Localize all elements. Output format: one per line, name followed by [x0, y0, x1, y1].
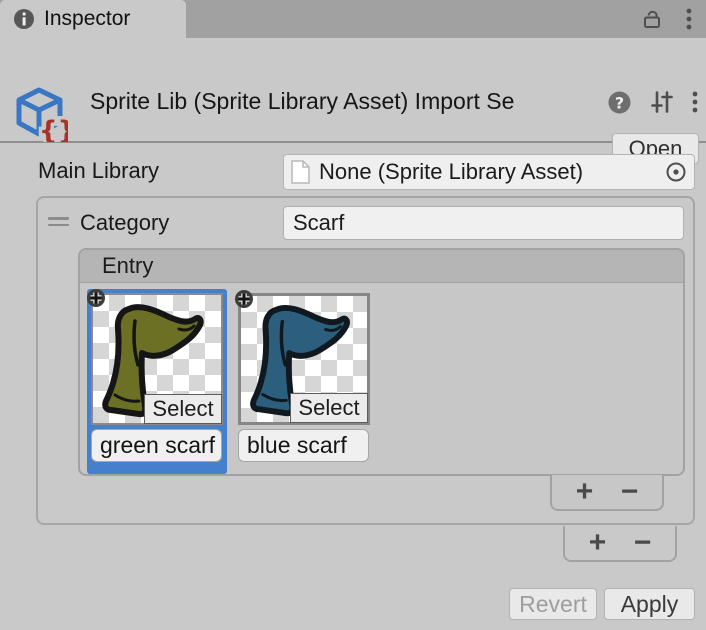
tab-label: Inspector — [44, 7, 130, 31]
entry-list-footer: + − — [550, 475, 664, 511]
svg-text:{}: {} — [39, 116, 68, 142]
info-icon — [13, 8, 35, 30]
main-library-label: Main Library — [38, 158, 159, 184]
page-icon — [290, 159, 311, 185]
category-label: Category — [80, 210, 169, 236]
inspector-window: Inspector — [0, 0, 706, 630]
tab-bar: Inspector — [0, 0, 706, 38]
kebab-menu-icon[interactable] — [692, 90, 698, 114]
unlock-icon[interactable] — [640, 7, 664, 31]
remove-entry-button[interactable]: − — [613, 477, 647, 507]
entry-list-container: Entry — [78, 248, 685, 476]
revert-button[interactable]: Revert — [509, 588, 597, 620]
add-entry-button[interactable]: + — [568, 477, 602, 507]
category-list-footer: + − — [563, 526, 677, 562]
plus-badge-icon — [86, 288, 106, 308]
plus-badge-icon — [234, 289, 254, 309]
select-sprite-button[interactable]: Select — [290, 393, 368, 423]
apply-button[interactable]: Apply — [604, 588, 695, 620]
remove-category-button[interactable]: − — [626, 528, 660, 558]
category-name-field[interactable]: Scarf — [283, 206, 684, 240]
entry-cell-blue-scarf[interactable]: Select blue scarf — [234, 289, 374, 474]
drag-handle-icon[interactable] — [48, 217, 69, 226]
entry-name-field[interactable]: blue scarf — [238, 429, 369, 462]
kebab-menu-icon[interactable] — [686, 7, 692, 31]
entry-name-field[interactable]: green scarf — [91, 429, 222, 462]
sprite-library-asset-icon: {} — [12, 86, 68, 142]
help-icon[interactable]: ? — [607, 90, 632, 115]
select-sprite-button[interactable]: Select — [144, 394, 222, 424]
add-category-button[interactable]: + — [581, 528, 615, 558]
sprite-thumbnail[interactable]: Select — [91, 293, 223, 425]
tab-inspector[interactable]: Inspector — [0, 0, 186, 38]
object-picker-icon[interactable] — [658, 155, 694, 189]
presets-icon[interactable] — [649, 89, 675, 115]
sprite-thumbnail[interactable]: Select — [238, 293, 370, 425]
importer-title: Sprite Lib (Sprite Library Asset) Import… — [90, 88, 606, 118]
entry-cell-green-scarf[interactable]: Select green scarf — [87, 289, 227, 474]
main-library-object-field[interactable]: None (Sprite Library Asset) — [283, 154, 695, 190]
main-library-value: None (Sprite Library Asset) — [319, 159, 658, 185]
entry-list-header: Entry — [80, 250, 683, 283]
svg-text:?: ? — [615, 93, 624, 112]
importer-header: {} Sprite Lib (Sprite Library Asset) Imp… — [0, 38, 706, 143]
